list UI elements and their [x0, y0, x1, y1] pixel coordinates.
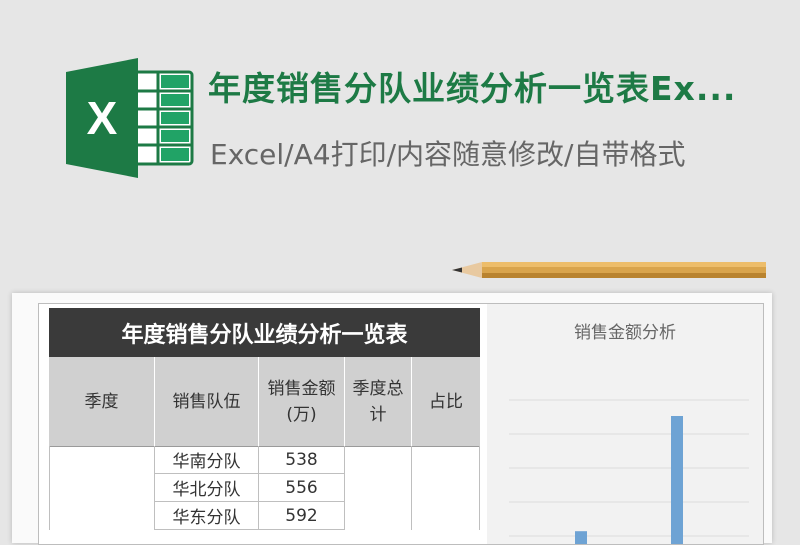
table-body: 华南分队 538 华北分队 556 华东分队 592	[49, 446, 480, 530]
header-team-label: 销售队伍	[172, 391, 241, 412]
table-title: 年度销售分队业绩分析一览表	[49, 308, 480, 357]
sheet-content: 年度销售分队业绩分析一览表 季度 销售队伍 销售金额 (万) 季度总 计 占比 …	[38, 303, 764, 545]
header-total: 季度总 计	[345, 357, 412, 446]
cell-ratio[interactable]	[412, 446, 480, 474]
cell-amount[interactable]: 556	[259, 474, 345, 502]
sales-chart	[509, 399, 749, 544]
table-row: 华南分队 538	[49, 446, 480, 474]
page-title: 年度销售分队业绩分析一览表Ex...	[208, 69, 737, 108]
cell-total[interactable]	[345, 446, 412, 474]
header-amount: 销售金额 (万)	[259, 357, 345, 446]
page-subtitle: Excel/A4打印/内容随意修改/自带格式	[210, 138, 686, 171]
pencil-icon	[452, 262, 766, 278]
header-ratio-label: 占比	[429, 391, 463, 412]
cell-total[interactable]	[345, 474, 412, 502]
sheet-preview: 年度销售分队业绩分析一览表 季度 销售队伍 销售金额 (万) 季度总 计 占比 …	[12, 293, 772, 545]
logo-letter: X	[87, 92, 118, 144]
chart-panel: 销售金额分析	[487, 304, 763, 544]
table-header-row: 季度 销售队伍 销售金额 (万) 季度总 计 占比	[49, 357, 480, 447]
header-ratio: 占比	[412, 357, 480, 446]
cell-quarter[interactable]	[49, 446, 155, 474]
cell-ratio[interactable]	[412, 474, 480, 502]
header-total-label: 季度总 计	[352, 378, 404, 425]
header-quarter-label: 季度	[84, 391, 119, 412]
header-amount-label: 销售金额 (万)	[267, 378, 336, 425]
header-team: 销售队伍	[155, 357, 259, 446]
cell-quarter[interactable]	[49, 474, 155, 502]
cell-amount[interactable]: 538	[259, 446, 345, 474]
excel-logo-icon: X	[66, 58, 194, 178]
cell-team[interactable]: 华北分队	[155, 474, 259, 502]
table-row: 华北分队 556	[49, 474, 480, 502]
chart-bar	[575, 531, 587, 544]
header-quarter: 季度	[49, 357, 155, 446]
chart-bar	[671, 416, 683, 544]
cell-team[interactable]: 华南分队	[155, 446, 259, 474]
